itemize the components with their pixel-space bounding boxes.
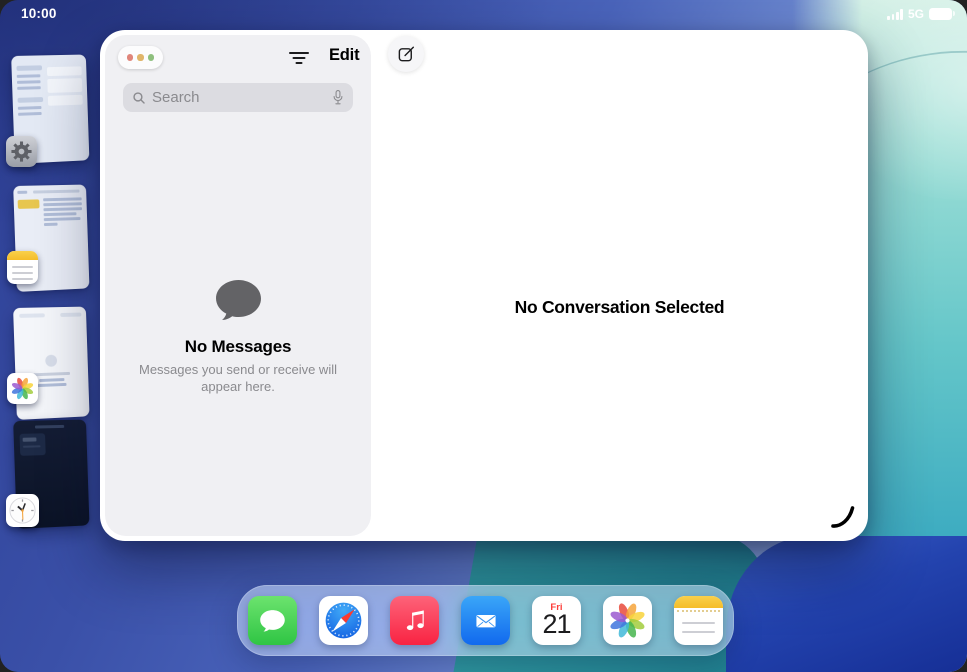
compose-icon [398,46,414,61]
search-bar[interactable] [123,83,353,112]
dock-icon-messages[interactable] [248,596,297,645]
minimize-window-dot [137,54,144,61]
gear-icon [11,141,32,162]
dock-icon-safari[interactable] [319,596,368,645]
no-conversation-title: No Conversation Selected [514,297,725,317]
clock-icon[interactable] [6,494,39,527]
window-resize-handle[interactable] [830,505,856,534]
filters-button[interactable] [285,44,312,71]
notes-yellow-header [674,596,723,608]
mail-envelope-icon [475,614,496,627]
dock-icon-music[interactable] [390,596,439,645]
messages-bubble-icon [260,610,285,632]
dock-icon-mail[interactable] [461,596,510,645]
dock-icon-photos[interactable] [603,596,652,645]
empty-state-title: No Messages [184,337,292,356]
empty-state-subtitle: Messages you send or receive will appear… [139,362,337,394]
resize-arc-icon [831,506,855,528]
flower-icon [11,377,34,400]
window-controls-button[interactable] [118,46,163,69]
close-window-dot [126,54,133,61]
filter-lines-icon [288,51,309,64]
conversation-list-panel: Edit No Messages Mess [105,35,371,536]
edit-button[interactable]: Edit [329,46,360,65]
dock-icon-calendar[interactable]: Fri 21 [532,596,581,645]
search-input[interactable] [152,89,326,106]
notes-rule-line [682,631,715,634]
music-note-icon [406,610,424,630]
notes-dotted-line [677,609,720,612]
photos-flower-icon [610,603,645,638]
notes-icon[interactable] [7,251,38,284]
notes-rule-line [682,622,715,625]
photos-flower-icon[interactable] [7,373,38,404]
clock-face-icon [9,497,36,524]
safari-compass-icon [325,602,362,639]
chat-bubble-icon [215,279,261,321]
compose-button[interactable] [388,36,424,72]
settings-gear-icon[interactable] [6,136,37,167]
dictation-mic-icon[interactable] [332,89,344,106]
calendar-day: 21 [542,609,571,639]
messages-window: Edit No Messages Mess [100,30,868,541]
no-messages-empty-state: No Messages Messages you send or receive… [105,278,371,395]
dock-icon-notes[interactable] [674,596,723,645]
search-icon [133,91,145,104]
ipad-screen: 10:00 5G Edit Search No Messages Message… [0,0,967,672]
zoom-window-dot [148,54,155,61]
dock: Fri 21 [237,585,734,656]
